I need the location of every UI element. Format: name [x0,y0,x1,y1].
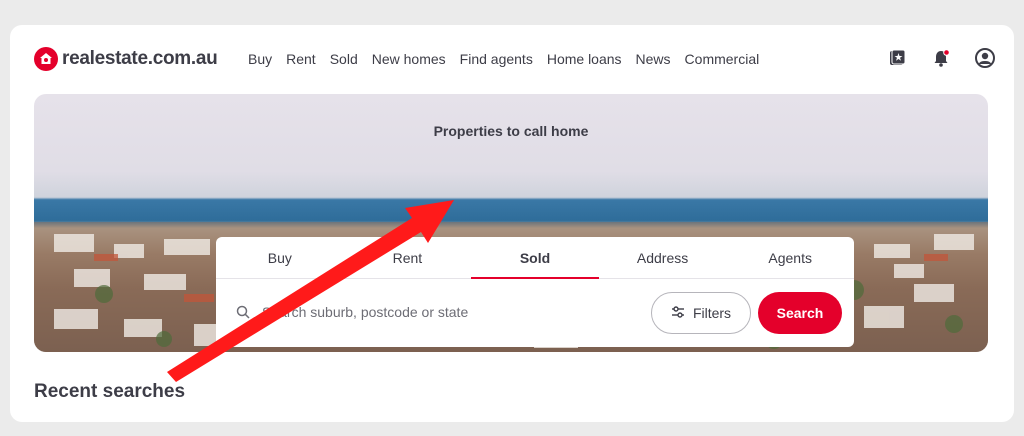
main-nav: Buy Rent Sold New homes Find agents Home… [248,51,759,67]
sliders-icon [671,305,685,321]
tab-rent[interactable]: Rent [344,237,472,278]
nav-item-new-homes[interactable]: New homes [372,51,446,67]
hero-title: Properties to call home [433,123,589,139]
filters-label: Filters [692,305,732,321]
brand-logo[interactable]: realestate.com.au [34,47,218,71]
tab-sold[interactable]: Sold [471,237,599,279]
top-icon-group [886,47,996,69]
search-icon [236,305,250,319]
brand-name: realestate.com.au [62,48,218,69]
recent-searches-heading: Recent searches [34,381,186,402]
nav-item-commercial[interactable]: Commercial [685,51,760,67]
hero-banner: Properties to call home Buy Rent Sold Ad… [34,94,988,352]
page-card: realestate.com.au Buy Rent Sold New home… [10,25,1014,422]
search-tabs: Buy Rent Sold Address Agents [216,237,854,279]
nav-item-rent[interactable]: Rent [286,51,316,67]
nav-item-buy[interactable]: Buy [248,51,272,67]
search-input[interactable] [262,299,642,325]
top-navigation-bar: realestate.com.au Buy Rent Sold New home… [10,25,1014,93]
search-row: Filters Search [216,279,854,347]
house-logo-icon [34,47,58,71]
tab-buy[interactable]: Buy [216,237,344,278]
tab-agents[interactable]: Agents [726,237,854,278]
user-account-icon[interactable] [974,47,996,69]
search-button[interactable]: Search [758,292,842,334]
saved-properties-icon[interactable] [886,47,908,69]
nav-item-news[interactable]: News [636,51,671,67]
nav-item-home-loans[interactable]: Home loans [547,51,622,67]
nav-item-sold[interactable]: Sold [330,51,358,67]
nav-item-find-agents[interactable]: Find agents [460,51,533,67]
search-panel: Buy Rent Sold Address Agents Filters Sea… [216,237,854,347]
tab-address[interactable]: Address [599,237,727,278]
filters-button[interactable]: Filters [651,292,751,334]
notifications-icon[interactable] [930,47,952,69]
